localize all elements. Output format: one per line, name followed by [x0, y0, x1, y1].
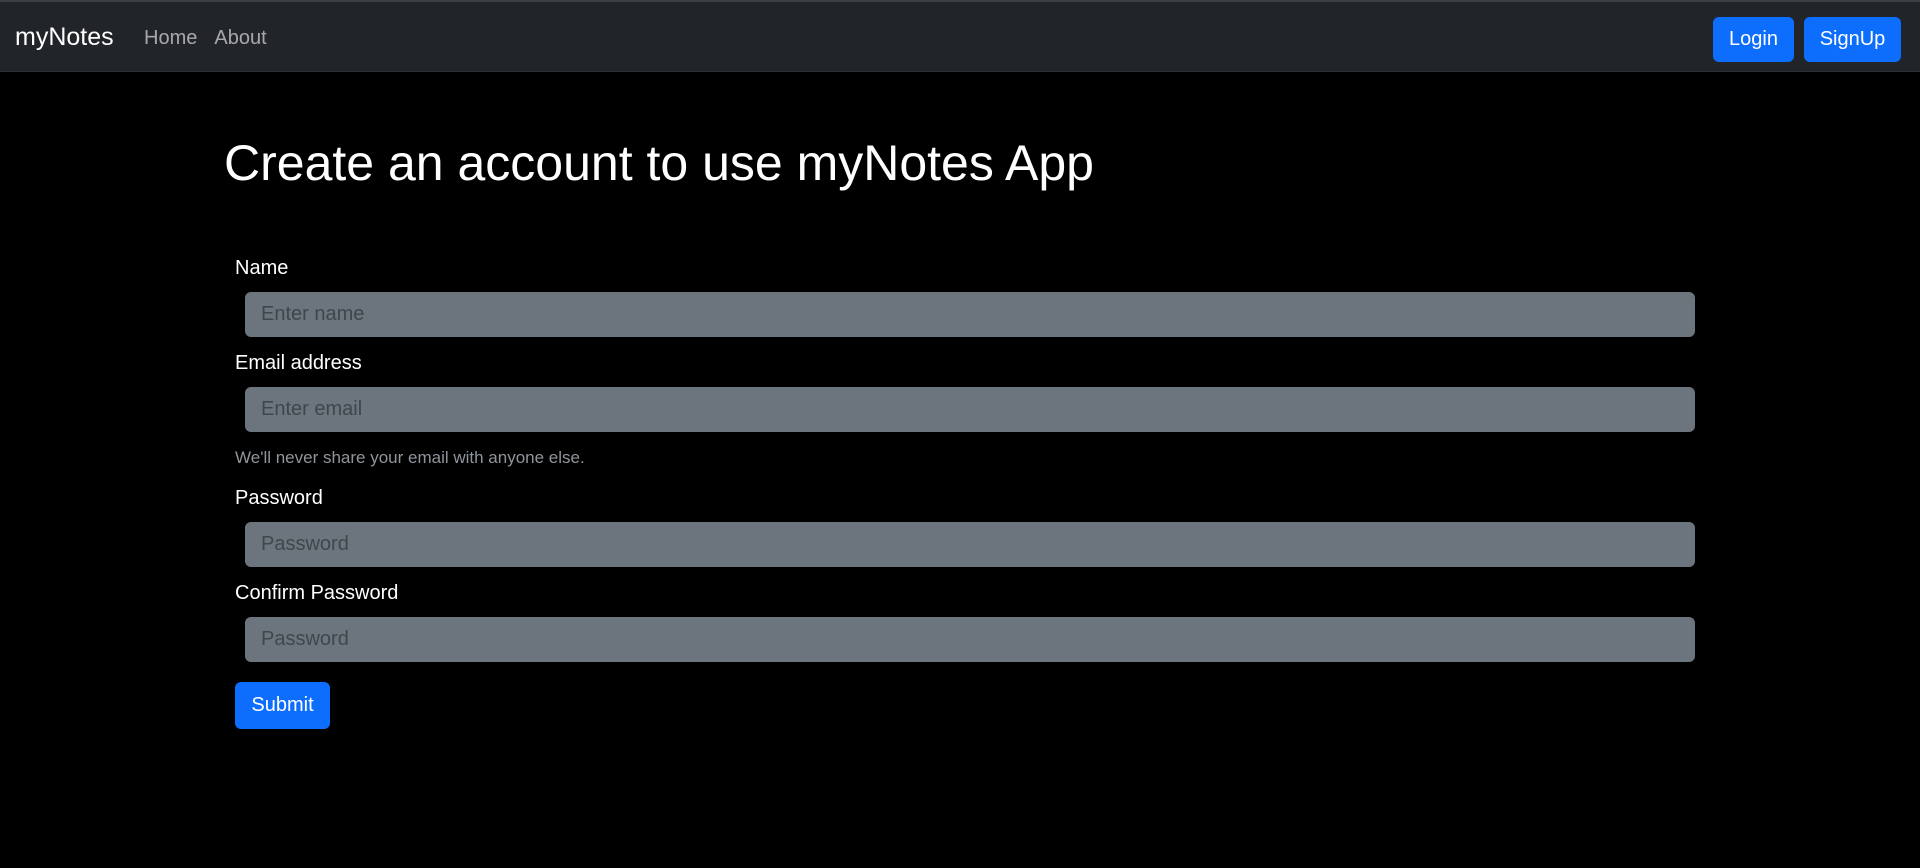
signup-button[interactable]: SignUp: [1804, 17, 1901, 62]
confirm-password-label: Confirm Password: [235, 582, 399, 604]
brand-logo[interactable]: myNotes: [15, 22, 114, 52]
login-button[interactable]: Login: [1713, 17, 1794, 62]
page-title: Create an account to use myNotes App: [224, 135, 1094, 191]
email-help-text: We'll never share your email with anyone…: [235, 448, 585, 467]
email-input[interactable]: [245, 387, 1695, 432]
nav-link-about[interactable]: About: [214, 26, 266, 50]
email-label: Email address: [235, 352, 362, 374]
nav-link-home[interactable]: Home: [144, 26, 197, 50]
name-label: Name: [235, 257, 289, 279]
password-input[interactable]: [245, 522, 1695, 567]
name-input[interactable]: [245, 292, 1695, 337]
confirm-password-input[interactable]: [245, 617, 1695, 662]
submit-button[interactable]: Submit: [235, 682, 330, 729]
nav-links: Home About: [144, 26, 267, 50]
navbar: myNotes Home About Login SignUp: [0, 0, 1920, 72]
password-label: Password: [235, 487, 323, 509]
